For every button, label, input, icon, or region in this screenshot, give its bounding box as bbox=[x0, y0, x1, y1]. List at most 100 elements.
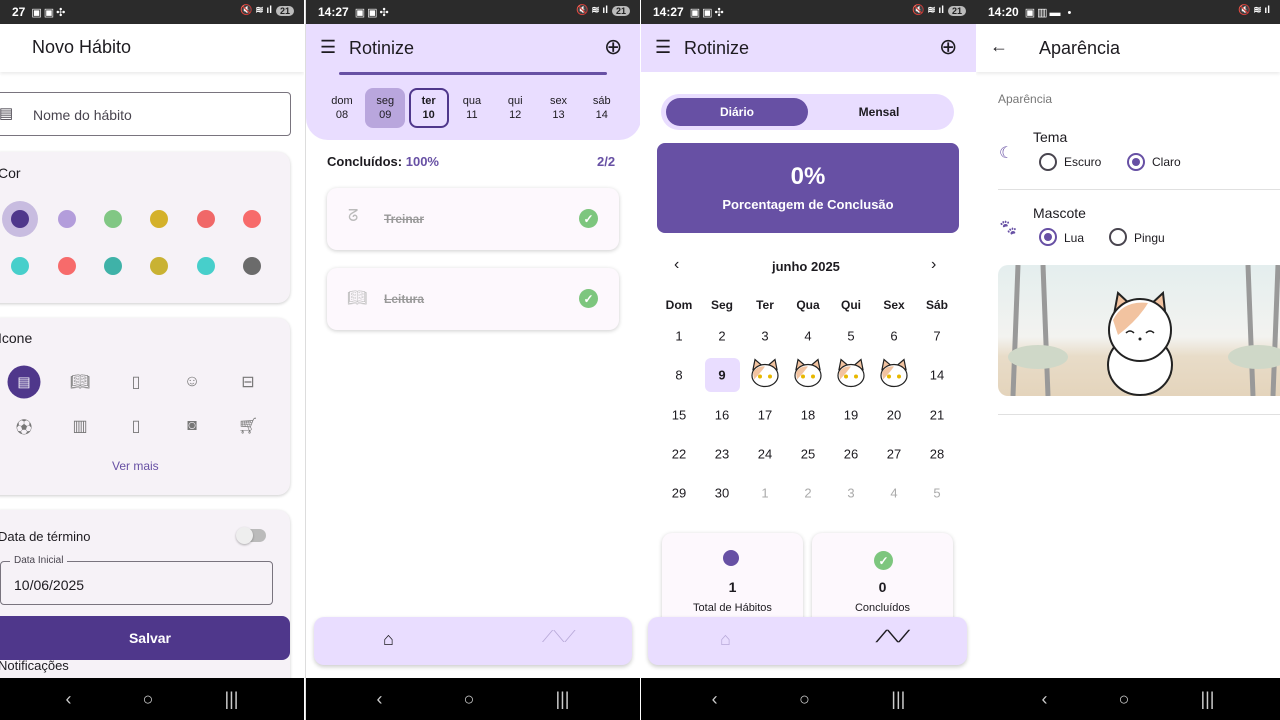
color-option[interactable] bbox=[150, 257, 168, 275]
icon-option-form-selected[interactable]: ▤ bbox=[7, 365, 41, 399]
radio-dark[interactable] bbox=[1039, 153, 1057, 171]
calendar-day[interactable]: 16 bbox=[715, 408, 729, 423]
back-arrow-icon[interactable]: ← bbox=[990, 36, 1008, 57]
home-nav-icon[interactable]: ○ bbox=[464, 689, 475, 710]
color-option[interactable] bbox=[150, 210, 168, 228]
color-option[interactable] bbox=[197, 210, 215, 228]
recents-nav-icon[interactable]: ||| bbox=[224, 689, 238, 710]
calendar-day[interactable]: 24 bbox=[758, 447, 772, 462]
calendar-day[interactable]: 1 bbox=[761, 486, 768, 501]
calendar-day[interactable]: 4 bbox=[804, 329, 811, 344]
camera-icon[interactable]: ◙ bbox=[187, 417, 197, 435]
calendar-day[interactable]: 28 bbox=[930, 447, 944, 462]
color-option[interactable] bbox=[197, 257, 215, 275]
check-icon[interactable]: ✓ bbox=[579, 209, 598, 228]
calendar-day[interactable]: 14 bbox=[930, 368, 944, 383]
day-selector-item[interactable]: sáb 14 bbox=[582, 88, 622, 128]
cat-mascot-icon[interactable] bbox=[834, 358, 868, 393]
add-habit-icon[interactable]: ⊕ bbox=[604, 34, 622, 60]
cat-mascot-icon[interactable] bbox=[748, 358, 782, 393]
calendar-day[interactable]: 6 bbox=[890, 329, 897, 344]
calendar-day[interactable]: 25 bbox=[801, 447, 815, 462]
tab-daily[interactable]: Diário bbox=[666, 98, 808, 126]
calendar-day[interactable]: 19 bbox=[844, 408, 858, 423]
color-option[interactable] bbox=[58, 257, 76, 275]
calendar-day[interactable]: 2 bbox=[718, 329, 725, 344]
stats-tab-icon[interactable]: ⟋⟍⟋ bbox=[876, 629, 910, 647]
day-selector-item[interactable]: qui 12 bbox=[495, 88, 535, 128]
cat-mascot-icon[interactable] bbox=[877, 358, 911, 393]
habit-name-input[interactable]: ▤ Nome do hábito bbox=[0, 92, 291, 136]
check-icon[interactable]: ✓ bbox=[579, 289, 598, 308]
end-date-toggle[interactable] bbox=[236, 527, 266, 544]
recents-nav-icon[interactable]: ||| bbox=[1200, 689, 1214, 710]
calendar-day[interactable]: 7 bbox=[933, 329, 940, 344]
radio-pingu[interactable] bbox=[1109, 228, 1127, 246]
recents-nav-icon[interactable]: ||| bbox=[555, 689, 569, 710]
day-selector-item[interactable]: dom 08 bbox=[322, 88, 362, 128]
calendar-day[interactable]: 30 bbox=[715, 486, 729, 501]
color-option[interactable] bbox=[104, 210, 122, 228]
save-button[interactable]: Salvar bbox=[0, 616, 290, 660]
book-icon[interactable]: 📖︎ bbox=[70, 372, 90, 392]
back-nav-icon[interactable]: ‹ bbox=[66, 689, 72, 710]
calendar-day[interactable]: 17 bbox=[758, 408, 772, 423]
face-icon[interactable]: ☺ bbox=[184, 373, 200, 391]
menu-icon[interactable]: ☰ bbox=[320, 37, 336, 58]
recents-nav-icon[interactable]: ||| bbox=[891, 689, 905, 710]
color-option[interactable] bbox=[11, 210, 29, 228]
calendar-day[interactable]: 29 bbox=[672, 486, 686, 501]
home-tab-icon[interactable]: ⌂ bbox=[383, 629, 394, 650]
cat-mascot-icon[interactable] bbox=[791, 358, 825, 393]
radio-lua[interactable] bbox=[1039, 228, 1057, 246]
home-nav-icon[interactable]: ○ bbox=[1119, 689, 1130, 710]
color-option[interactable] bbox=[243, 210, 261, 228]
calendar-day[interactable]: 4 bbox=[890, 486, 897, 501]
home-tab-icon[interactable]: ⌂ bbox=[720, 629, 731, 650]
day-selector-item[interactable]: sex 13 bbox=[539, 88, 579, 128]
notebook-icon[interactable]: ▯ bbox=[132, 372, 141, 392]
back-nav-icon[interactable]: ‹ bbox=[1042, 689, 1048, 710]
home-nav-icon[interactable]: ○ bbox=[143, 689, 154, 710]
cart-icon[interactable]: 🛒︎ bbox=[238, 416, 258, 436]
habit-card[interactable]: ᘔ Treinar ✓ bbox=[327, 188, 619, 250]
calendar-day[interactable]: 23 bbox=[715, 447, 729, 462]
habit-card[interactable]: 📖︎ Leitura ✓ bbox=[327, 268, 619, 330]
calendar-day[interactable]: 18 bbox=[801, 408, 815, 423]
calendar-day[interactable]: 21 bbox=[930, 408, 944, 423]
color-option[interactable] bbox=[243, 257, 261, 275]
back-nav-icon[interactable]: ‹ bbox=[712, 689, 718, 710]
day-selector-item[interactable]: seg 09 bbox=[365, 88, 406, 128]
prev-month-icon[interactable]: ‹ bbox=[674, 256, 679, 274]
calendar-day[interactable]: 26 bbox=[844, 447, 858, 462]
color-option[interactable] bbox=[11, 257, 29, 275]
calendar-day[interactable]: 2 bbox=[804, 486, 811, 501]
see-more-link[interactable]: Ver mais bbox=[112, 459, 159, 473]
day-selector-item[interactable]: ter 10 bbox=[408, 88, 449, 128]
home-nav-icon[interactable]: ○ bbox=[799, 689, 810, 710]
calendar-day[interactable]: 20 bbox=[887, 408, 901, 423]
radio-light[interactable] bbox=[1127, 153, 1145, 171]
next-month-icon[interactable]: › bbox=[931, 256, 936, 274]
calendar-day[interactable]: 8 bbox=[675, 368, 682, 383]
luggage-icon[interactable]: ▥ bbox=[72, 416, 87, 436]
phone-icon[interactable]: ▯ bbox=[132, 416, 141, 436]
stats-tab-icon[interactable]: ⟋⟍⟋ bbox=[542, 629, 576, 647]
menu-icon[interactable]: ☰ bbox=[655, 37, 671, 58]
calendar-day[interactable]: 3 bbox=[847, 486, 854, 501]
calendar-day[interactable]: 5 bbox=[847, 329, 854, 344]
color-option[interactable] bbox=[104, 257, 122, 275]
soccer-icon[interactable]: ⚽︎ bbox=[16, 414, 32, 438]
start-date-field[interactable]: Data Inicial 10/06/2025 bbox=[0, 555, 273, 605]
calendar-day[interactable]: 3 bbox=[761, 329, 768, 344]
tab-monthly[interactable]: Mensal bbox=[808, 98, 950, 126]
calendar-day[interactable]: 9 bbox=[718, 368, 725, 383]
calendar-day[interactable]: 15 bbox=[672, 408, 686, 423]
calendar-day[interactable]: 22 bbox=[672, 447, 686, 462]
add-habit-icon[interactable]: ⊕ bbox=[939, 34, 957, 60]
calendar-day[interactable]: 1 bbox=[675, 329, 682, 344]
day-selector-item[interactable]: qua 11 bbox=[452, 88, 492, 128]
back-nav-icon[interactable]: ‹ bbox=[377, 689, 383, 710]
briefcase-icon[interactable]: ⊟ bbox=[241, 372, 254, 392]
color-option[interactable] bbox=[58, 210, 76, 228]
